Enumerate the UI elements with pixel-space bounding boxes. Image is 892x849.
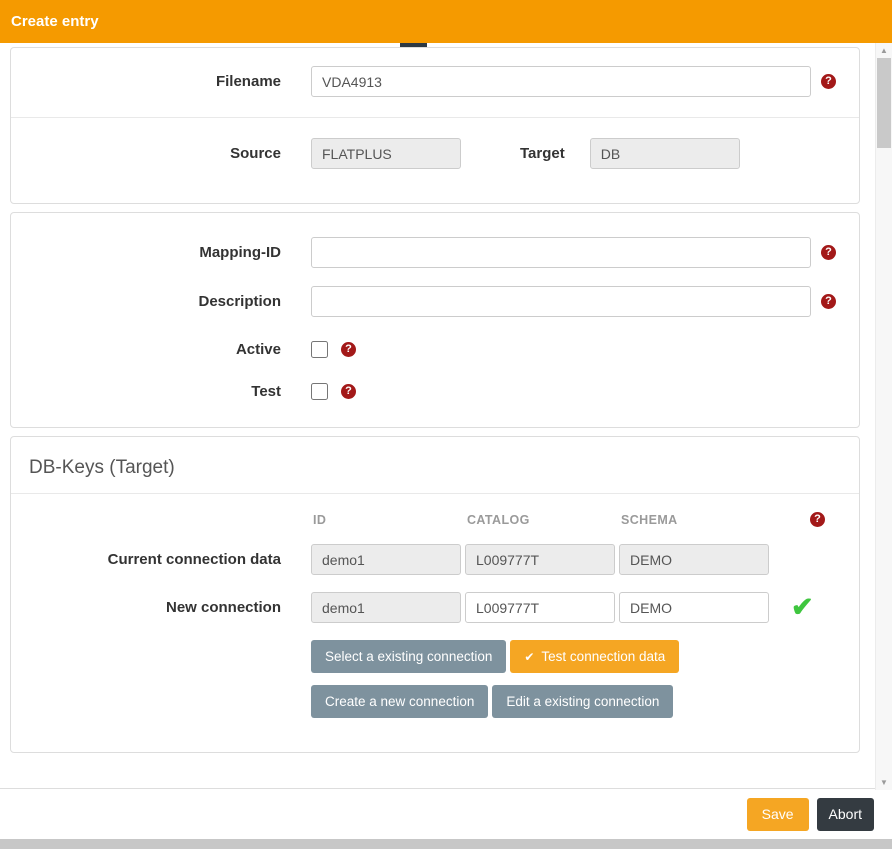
new-connection-label: New connection xyxy=(11,599,281,616)
active-tab-indicator xyxy=(400,43,427,47)
mapping-id-row: Mapping-ID ? xyxy=(11,237,859,268)
connection-valid-check-icon: ✔ xyxy=(791,594,814,621)
test-checkbox[interactable] xyxy=(311,383,328,400)
help-icon[interactable]: ? xyxy=(821,245,836,260)
source-label: Source xyxy=(11,145,281,162)
abort-button-label: Abort xyxy=(829,806,862,822)
help-icon[interactable]: ? xyxy=(821,74,836,89)
dialog-titlebar: Create entry xyxy=(0,0,892,43)
file-section: Filename ? Source Target xyxy=(10,47,860,204)
create-entry-dialog: Create entry Filename ? Source Target Ma… xyxy=(0,0,892,849)
save-button-label: Save xyxy=(762,806,794,822)
test-connection-button[interactable]: ✔ Test connection data xyxy=(510,640,679,673)
edit-existing-connection-label: Edit a existing connection xyxy=(506,694,659,709)
help-icon[interactable]: ? xyxy=(341,342,356,357)
target-input xyxy=(590,138,740,169)
filename-row: Filename ? xyxy=(11,66,859,97)
page-bottom-strip xyxy=(0,839,892,849)
scroll-up-arrow-icon[interactable]: ▲ xyxy=(876,43,892,58)
vertical-scrollbar[interactable]: ▲ ▼ xyxy=(875,43,892,790)
mapping-id-label: Mapping-ID xyxy=(11,244,281,261)
check-icon: ✔ xyxy=(524,650,534,664)
description-input[interactable] xyxy=(311,286,811,317)
current-catalog-input xyxy=(465,544,615,575)
test-row: Test ? xyxy=(11,381,859,401)
dialog-footer: Save Abort xyxy=(0,789,892,839)
active-label: Active xyxy=(11,341,281,358)
column-header-id: ID xyxy=(311,513,461,527)
column-header-schema: SCHEMA xyxy=(619,513,769,527)
target-label: Target xyxy=(520,145,565,162)
source-input xyxy=(311,138,461,169)
current-schema-input xyxy=(619,544,769,575)
active-checkbox[interactable] xyxy=(311,341,328,358)
description-label: Description xyxy=(11,293,281,310)
new-catalog-input[interactable] xyxy=(465,592,615,623)
current-connection-label: Current connection data xyxy=(11,551,281,568)
section-divider xyxy=(11,493,859,494)
new-connection-row: New connection ✔ xyxy=(11,592,859,623)
help-icon[interactable]: ? xyxy=(810,512,825,527)
create-new-connection-button[interactable]: Create a new connection xyxy=(311,685,488,718)
section-divider xyxy=(11,117,859,118)
select-existing-connection-label: Select a existing connection xyxy=(325,649,492,664)
new-schema-input[interactable] xyxy=(619,592,769,623)
current-id-input xyxy=(311,544,461,575)
dbkeys-title: DB-Keys (Target) xyxy=(29,457,859,479)
dbkeys-section: DB-Keys (Target) ID CATALOG SCHEMA ? Cur… xyxy=(10,436,860,753)
edit-existing-connection-button[interactable]: Edit a existing connection xyxy=(492,685,673,718)
source-target-row: Source Target xyxy=(11,138,859,169)
abort-button[interactable]: Abort xyxy=(817,798,874,831)
scroll-down-arrow-icon[interactable]: ▼ xyxy=(876,775,892,790)
mapping-id-input[interactable] xyxy=(311,237,811,268)
filename-label: Filename xyxy=(11,73,281,90)
scrollbar-thumb[interactable] xyxy=(877,58,891,148)
mapping-section: Mapping-ID ? Description ? Active ? Test… xyxy=(10,212,860,428)
description-row: Description ? xyxy=(11,286,859,317)
dialog-title: Create entry xyxy=(11,13,99,30)
test-connection-label: Test connection data xyxy=(541,649,665,664)
new-id-input xyxy=(311,592,461,623)
test-label: Test xyxy=(11,383,281,400)
create-new-connection-label: Create a new connection xyxy=(325,694,474,709)
form-content: Filename ? Source Target Mapping-ID ? De… xyxy=(0,43,892,753)
active-row: Active ? xyxy=(11,339,859,359)
help-icon[interactable]: ? xyxy=(341,384,356,399)
connection-buttons-row-1: Select a existing connection ✔ Test conn… xyxy=(11,640,859,673)
select-existing-connection-button[interactable]: Select a existing connection xyxy=(311,640,506,673)
help-icon[interactable]: ? xyxy=(821,294,836,309)
filename-input[interactable] xyxy=(311,66,811,97)
connection-buttons-row-2: Create a new connection Edit a existing … xyxy=(11,685,859,718)
save-button[interactable]: Save xyxy=(747,798,809,831)
dbkeys-column-headers: ID CATALOG SCHEMA ? xyxy=(11,512,859,527)
column-header-catalog: CATALOG xyxy=(465,513,615,527)
current-connection-row: Current connection data xyxy=(11,544,859,575)
